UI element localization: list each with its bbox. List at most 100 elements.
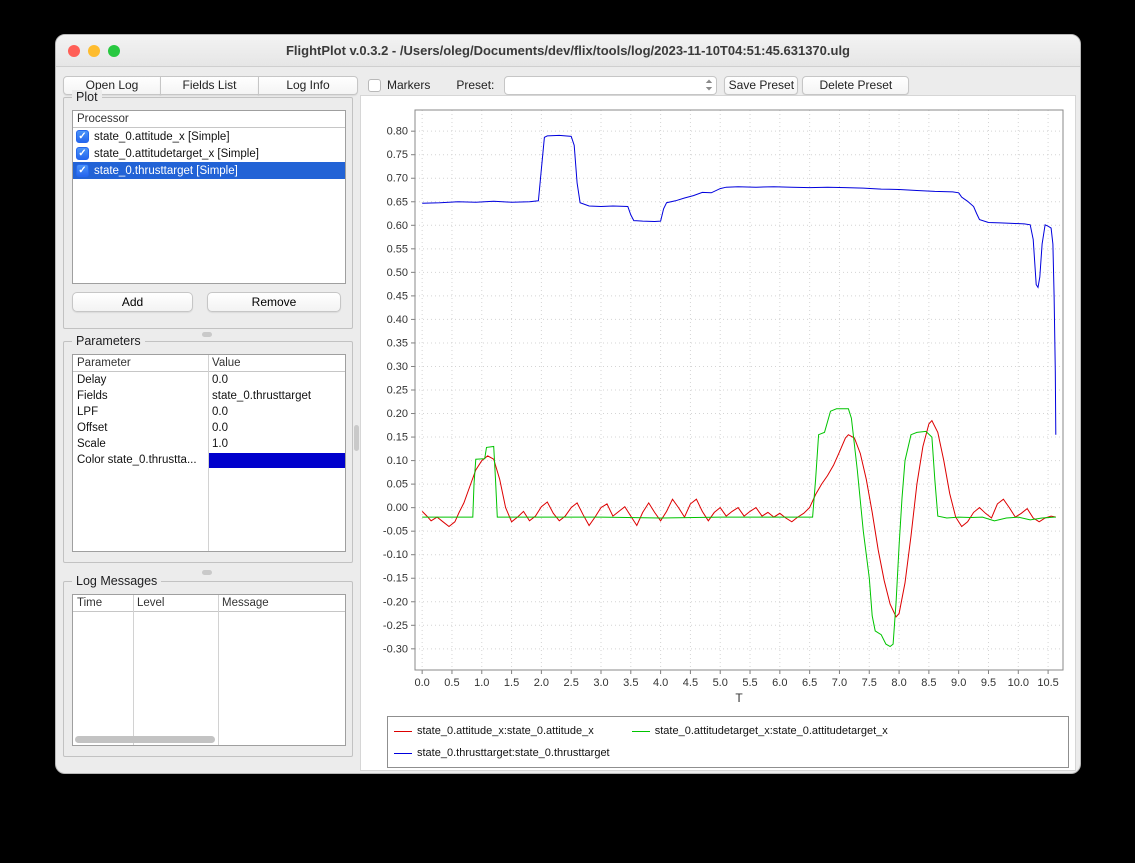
parameter-row[interactable]: Offset 0.0 bbox=[73, 420, 345, 436]
svg-text:0.55: 0.55 bbox=[387, 243, 408, 255]
parameter-row[interactable]: Scale 1.0 bbox=[73, 436, 345, 452]
column-divider[interactable] bbox=[218, 595, 219, 745]
svg-text:0.00: 0.00 bbox=[387, 502, 408, 514]
parameter-row[interactable]: LPF 0.0 bbox=[73, 404, 345, 420]
plot-series-row-selected[interactable]: state_0.thrusttarget [Simple] bbox=[73, 162, 345, 179]
parameters-table[interactable]: Parameter Value Delay 0.0 Fields state_0… bbox=[72, 354, 346, 552]
svg-text:8.5: 8.5 bbox=[921, 677, 936, 689]
legend-item: state_0.attitude_x:state_0.attitude_x bbox=[394, 725, 594, 737]
svg-text:5.0: 5.0 bbox=[713, 677, 728, 689]
preset-label: Preset: bbox=[456, 78, 494, 92]
svg-text:-0.25: -0.25 bbox=[383, 620, 408, 632]
save-preset-button[interactable]: Save Preset bbox=[724, 76, 798, 95]
parameter-value[interactable]: 1.0 bbox=[208, 438, 345, 450]
add-button[interactable]: Add bbox=[72, 292, 193, 312]
parameter-row[interactable]: Fields state_0.thrusttarget bbox=[73, 388, 345, 404]
svg-text:0.15: 0.15 bbox=[387, 432, 408, 444]
svg-text:-0.10: -0.10 bbox=[383, 549, 408, 561]
svg-text:5.5: 5.5 bbox=[742, 677, 757, 689]
svg-text:0.65: 0.65 bbox=[387, 196, 408, 208]
svg-text:0.05: 0.05 bbox=[387, 479, 408, 491]
horizontal-scrollbar[interactable] bbox=[75, 736, 215, 743]
blue-line-sample-icon bbox=[394, 753, 412, 754]
green-line-sample-icon bbox=[632, 731, 650, 732]
svg-text:9.0: 9.0 bbox=[951, 677, 966, 689]
legend-item: state_0.attitudetarget_x:state_0.attitud… bbox=[632, 725, 888, 737]
column-divider[interactable] bbox=[208, 355, 209, 551]
plot-panel-title: Plot bbox=[72, 90, 102, 104]
svg-text:8.0: 8.0 bbox=[891, 677, 906, 689]
parameter-column-header: Parameter bbox=[73, 355, 208, 371]
column-divider[interactable] bbox=[133, 595, 134, 745]
series-checkbox[interactable] bbox=[76, 147, 89, 160]
svg-text:0.10: 0.10 bbox=[387, 455, 408, 467]
svg-text:10.0: 10.0 bbox=[1008, 677, 1029, 689]
markers-checkbox[interactable] bbox=[368, 79, 381, 92]
svg-text:10.5: 10.5 bbox=[1037, 677, 1058, 689]
parameter-row[interactable]: Color state_0.thrustta... bbox=[73, 452, 345, 468]
log-messages-table[interactable]: Time Level Message bbox=[72, 594, 346, 746]
svg-text:0.80: 0.80 bbox=[387, 126, 408, 138]
plot-series-row[interactable]: state_0.attitude_x [Simple] bbox=[73, 128, 345, 145]
parameters-panel-title: Parameters bbox=[72, 334, 145, 348]
horizontal-splitter-handle[interactable] bbox=[202, 570, 212, 575]
markers-label: Markers bbox=[387, 78, 430, 92]
svg-text:6.0: 6.0 bbox=[772, 677, 787, 689]
plot-panel: Plot Processor state_0.attitude_x [Simpl… bbox=[63, 97, 353, 329]
legend-label: state_0.thrusttarget:state_0.thrusttarge… bbox=[417, 747, 610, 759]
svg-text:6.5: 6.5 bbox=[802, 677, 817, 689]
parameter-name: Offset bbox=[73, 422, 208, 434]
svg-text:3.0: 3.0 bbox=[593, 677, 608, 689]
window-controls bbox=[68, 45, 120, 57]
svg-text:-0.20: -0.20 bbox=[383, 596, 408, 608]
parameters-panel: Parameters Parameter Value Delay 0.0 Fie… bbox=[63, 341, 353, 563]
series-label: state_0.attitude_x [Simple] bbox=[94, 131, 230, 143]
legend-item: state_0.thrusttarget:state_0.thrusttarge… bbox=[394, 747, 610, 759]
series-label: state_0.thrusttarget [Simple] bbox=[94, 165, 238, 177]
plot-series-row[interactable]: state_0.attitudetarget_x [Simple] bbox=[73, 145, 345, 162]
processor-column-header: Processor bbox=[73, 111, 129, 127]
series-color-swatch[interactable] bbox=[208, 453, 345, 468]
svg-text:-0.30: -0.30 bbox=[383, 643, 408, 655]
svg-text:2.5: 2.5 bbox=[564, 677, 579, 689]
horizontal-splitter-handle[interactable] bbox=[202, 332, 212, 337]
minimize-window-button[interactable] bbox=[88, 45, 100, 57]
plot-table-header: Processor bbox=[73, 111, 345, 128]
series-label: state_0.attitudetarget_x [Simple] bbox=[94, 148, 259, 160]
svg-text:3.5: 3.5 bbox=[623, 677, 638, 689]
legend-label: state_0.attitudetarget_x:state_0.attitud… bbox=[655, 725, 888, 737]
svg-text:T: T bbox=[735, 691, 743, 705]
fields-list-button[interactable]: Fields List bbox=[160, 76, 259, 95]
svg-text:0.35: 0.35 bbox=[387, 337, 408, 349]
flight-plot-chart[interactable]: -0.30-0.25-0.20-0.15-0.10-0.050.000.050.… bbox=[363, 98, 1073, 715]
level-column-header: Level bbox=[133, 595, 218, 611]
parameter-value[interactable]: state_0.thrusttarget bbox=[208, 390, 345, 402]
svg-text:0.20: 0.20 bbox=[387, 408, 408, 420]
preset-combobox[interactable] bbox=[504, 76, 717, 95]
log-info-button[interactable]: Log Info bbox=[258, 76, 358, 95]
title-bar[interactable]: FlightPlot v.0.3.2 - /Users/oleg/Documen… bbox=[56, 35, 1080, 67]
red-line-sample-icon bbox=[394, 731, 412, 732]
log-messages-panel: Log Messages Time Level Message bbox=[63, 581, 353, 757]
svg-text:0.75: 0.75 bbox=[387, 149, 408, 161]
chart-canvas[interactable]: -0.30-0.25-0.20-0.15-0.10-0.050.000.050.… bbox=[363, 98, 1073, 710]
svg-text:0.50: 0.50 bbox=[387, 267, 408, 279]
remove-button[interactable]: Remove bbox=[207, 292, 341, 312]
vertical-splitter-handle[interactable] bbox=[354, 425, 359, 451]
chart-panel[interactable]: -0.30-0.25-0.20-0.15-0.10-0.050.000.050.… bbox=[360, 95, 1076, 771]
svg-text:4.0: 4.0 bbox=[653, 677, 668, 689]
series-checkbox[interactable] bbox=[76, 130, 89, 143]
parameter-name: Color state_0.thrustta... bbox=[73, 454, 208, 466]
plot-series-table[interactable]: Processor state_0.attitude_x [Simple] st… bbox=[72, 110, 346, 284]
parameter-value[interactable]: 0.0 bbox=[208, 422, 345, 434]
close-window-button[interactable] bbox=[68, 45, 80, 57]
delete-preset-button[interactable]: Delete Preset bbox=[802, 76, 909, 95]
parameter-value[interactable]: 0.0 bbox=[208, 374, 345, 386]
parameter-value[interactable]: 0.0 bbox=[208, 406, 345, 418]
parameter-row[interactable]: Delay 0.0 bbox=[73, 372, 345, 388]
svg-text:9.5: 9.5 bbox=[981, 677, 996, 689]
value-column-header: Value bbox=[208, 355, 345, 371]
series-checkbox[interactable] bbox=[76, 164, 89, 177]
zoom-window-button[interactable] bbox=[108, 45, 120, 57]
svg-text:0.0: 0.0 bbox=[415, 677, 430, 689]
